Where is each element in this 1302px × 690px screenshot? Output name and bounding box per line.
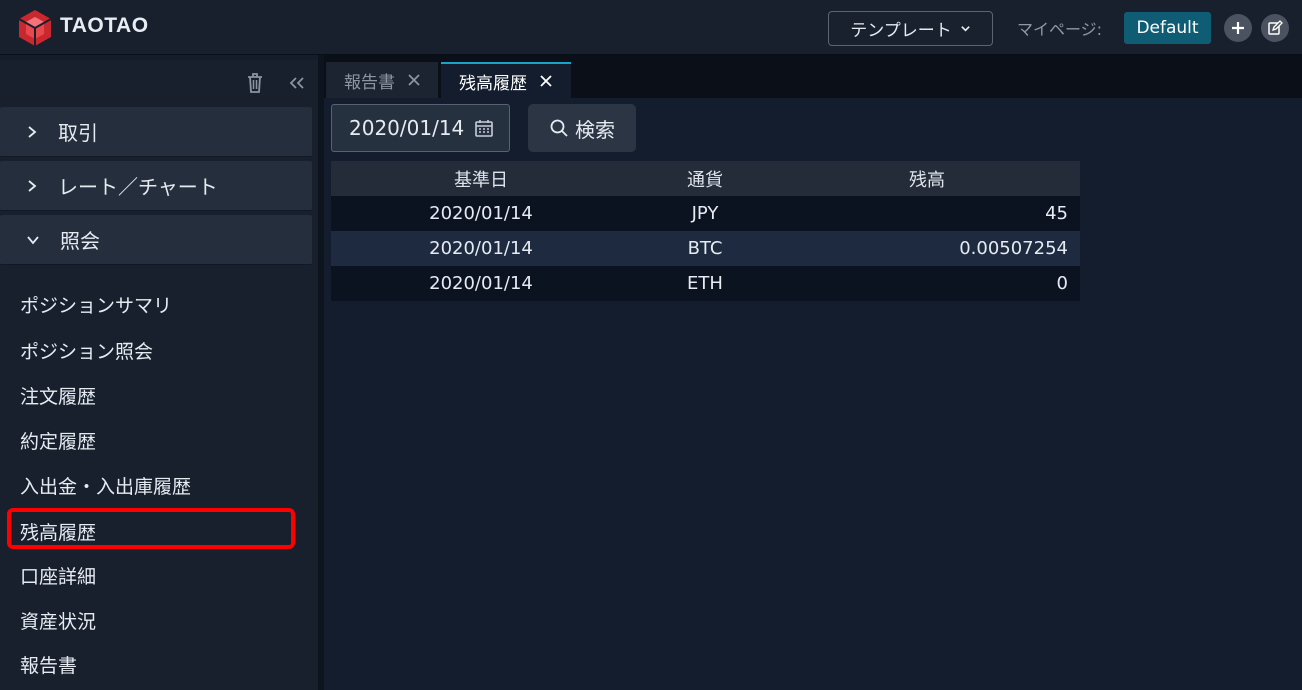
template-label: テンプレート bbox=[850, 21, 952, 41]
cell-balance: 0.00507254 bbox=[959, 238, 1068, 259]
date-value: 2020/01/14 bbox=[349, 116, 465, 140]
table-row[interactable]: 2020/01/14 JPY 45 bbox=[331, 196, 1080, 231]
cell-balance: 45 bbox=[1045, 203, 1068, 224]
sidebar-item-reports[interactable]: 報告書 bbox=[20, 651, 77, 678]
edit-page-button[interactable] bbox=[1261, 14, 1289, 42]
column-header-balance[interactable]: 残高 bbox=[779, 166, 1080, 192]
tab-reports[interactable]: 報告書 bbox=[326, 62, 438, 98]
logo-text: TAOTAO bbox=[60, 14, 149, 37]
sidebar-resize-handle[interactable] bbox=[318, 55, 324, 690]
accordion-label: レート／チャート bbox=[58, 175, 218, 199]
tab-label: 報告書 bbox=[344, 72, 395, 93]
tab-label: 残高履歴 bbox=[459, 73, 527, 94]
mypage-label: マイページ: bbox=[1017, 20, 1103, 39]
cell-base-date: 2020/01/14 bbox=[429, 238, 533, 259]
tab-balance-history[interactable]: 残高履歴 bbox=[441, 62, 571, 98]
sidebar-item-position-inquiry[interactable]: ポジション照会 bbox=[20, 337, 153, 364]
balance-history-table: 基準日 通貨 残高 2020/01/14 JPY 45 2020/01/14 B… bbox=[331, 161, 1080, 301]
taotao-logo-icon[interactable] bbox=[17, 9, 53, 47]
sidebar-item-order-history[interactable]: 注文履歴 bbox=[20, 382, 96, 409]
cell-currency: JPY bbox=[691, 203, 719, 224]
search-label: 検索 bbox=[575, 117, 615, 142]
chevron-right-icon bbox=[28, 179, 37, 192]
trash-icon[interactable] bbox=[245, 68, 265, 98]
chevron-down-icon bbox=[27, 235, 39, 244]
column-header-currency[interactable]: 通貨 bbox=[631, 166, 779, 192]
tab-strip: 報告書 残高履歴 bbox=[324, 55, 1302, 98]
accordion-trade[interactable]: 取引 bbox=[0, 107, 312, 157]
close-icon[interactable] bbox=[539, 74, 553, 88]
calendar-icon[interactable] bbox=[474, 118, 494, 138]
accordion-inquiry[interactable]: 照会 bbox=[0, 215, 312, 265]
edit-icon bbox=[1268, 20, 1283, 35]
table-row[interactable]: 2020/01/14 BTC 0.00507254 bbox=[331, 231, 1080, 266]
cell-base-date: 2020/01/14 bbox=[429, 273, 533, 294]
top-bar: TAOTAO テンプレート マイページ: Default bbox=[0, 0, 1302, 55]
sidebar: 取引 レート／チャート 照会 ポジションサマリ ポジション照会 注文履歴 約定履… bbox=[0, 60, 318, 690]
template-dropdown[interactable]: テンプレート bbox=[828, 11, 993, 46]
sidebar-item-position-summary[interactable]: ポジションサマリ bbox=[20, 291, 172, 318]
accordion-label: 照会 bbox=[60, 229, 100, 253]
sidebar-item-execution-history[interactable]: 約定履歴 bbox=[20, 427, 96, 454]
sidebar-item-asset-status[interactable]: 資産状況 bbox=[20, 607, 96, 634]
column-header-base-date[interactable]: 基準日 bbox=[331, 166, 631, 192]
accordion-rate-chart[interactable]: レート／チャート bbox=[0, 161, 312, 211]
sidebar-item-account-details[interactable]: 口座詳細 bbox=[20, 562, 96, 589]
default-page-button[interactable]: Default bbox=[1124, 12, 1211, 44]
date-picker-input[interactable]: 2020/01/14 bbox=[331, 104, 510, 152]
table-header-row: 基準日 通貨 残高 bbox=[331, 161, 1080, 196]
chevron-down-icon bbox=[960, 26, 970, 32]
cell-base-date: 2020/01/14 bbox=[429, 203, 533, 224]
cell-currency: BTC bbox=[687, 238, 723, 259]
sidebar-item-deposit-withdrawal-history[interactable]: 入出金・入出庫履歴 bbox=[20, 472, 191, 499]
table-row[interactable]: 2020/01/14 ETH 0 bbox=[331, 266, 1080, 301]
accordion-label: 取引 bbox=[58, 121, 98, 145]
collapse-sidebar-icon[interactable] bbox=[288, 68, 306, 98]
add-page-button[interactable] bbox=[1224, 14, 1252, 42]
cell-balance: 0 bbox=[1056, 273, 1068, 294]
sidebar-item-balance-history[interactable]: 残高履歴 bbox=[20, 518, 96, 545]
search-button[interactable]: 検索 bbox=[528, 104, 636, 152]
search-icon bbox=[550, 119, 568, 137]
chevron-right-icon bbox=[28, 125, 37, 138]
add-icon bbox=[1232, 22, 1244, 34]
close-icon[interactable] bbox=[407, 73, 421, 87]
cell-currency: ETH bbox=[687, 273, 723, 294]
